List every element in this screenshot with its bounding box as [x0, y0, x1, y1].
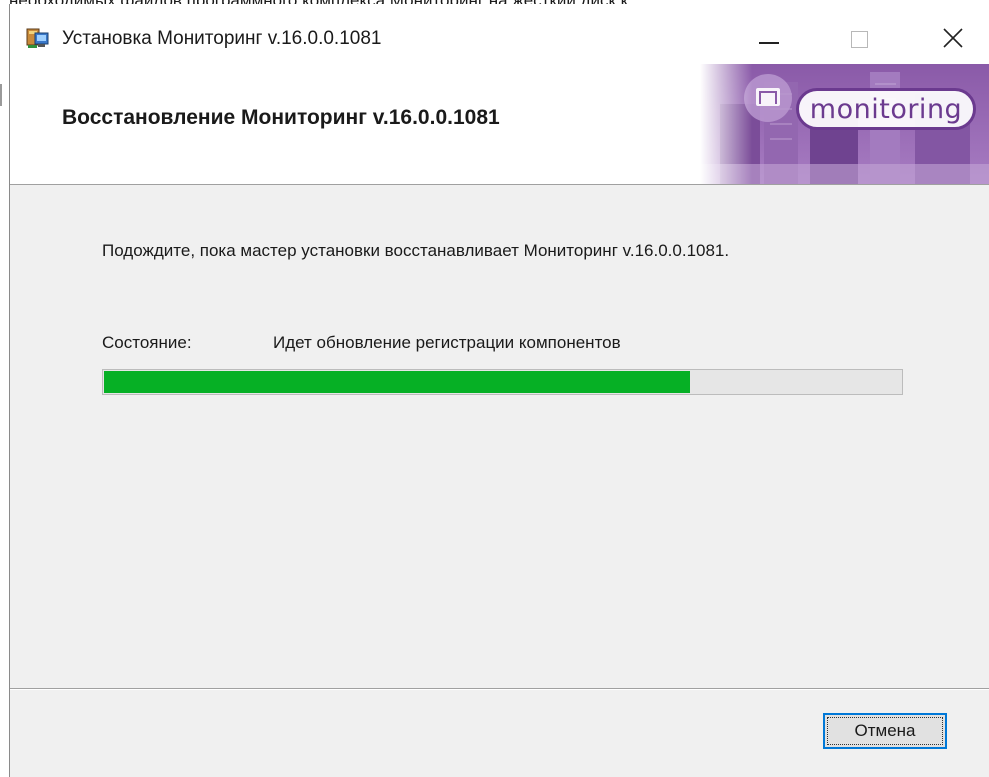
- footer-divider: [10, 688, 989, 689]
- installer-app-icon: [26, 28, 49, 48]
- wait-message: Подождите, пока мастер установки восстан…: [102, 241, 730, 260]
- progress-fill: [104, 371, 690, 393]
- minimize-button[interactable]: [746, 18, 792, 58]
- wizard-header: Восстановление Мониторинг v.16.0.0.1081: [10, 64, 989, 185]
- status-label: Состояние:: [102, 333, 192, 352]
- close-button[interactable]: [930, 18, 976, 58]
- maximize-button[interactable]: [838, 18, 884, 58]
- background-left-edge: [0, 0, 9, 777]
- header-banner-image: monitoring: [700, 64, 989, 184]
- progress-bar: [102, 369, 903, 395]
- close-icon: [943, 28, 963, 48]
- title-bar[interactable]: Установка Мониторинг v.16.0.0.1081: [10, 4, 989, 64]
- installer-window: Установка Мониторинг v.16.0.0.1081 Восст…: [9, 4, 989, 777]
- status-value: Идет обновление регистрации компонентов: [273, 333, 621, 352]
- cancel-button[interactable]: Отмена: [823, 713, 947, 749]
- window-title: Установка Мониторинг v.16.0.0.1081: [62, 28, 382, 49]
- monitoring-logo: monitoring: [796, 88, 976, 130]
- header-title: Восстановление Мониторинг v.16.0.0.1081: [62, 106, 500, 129]
